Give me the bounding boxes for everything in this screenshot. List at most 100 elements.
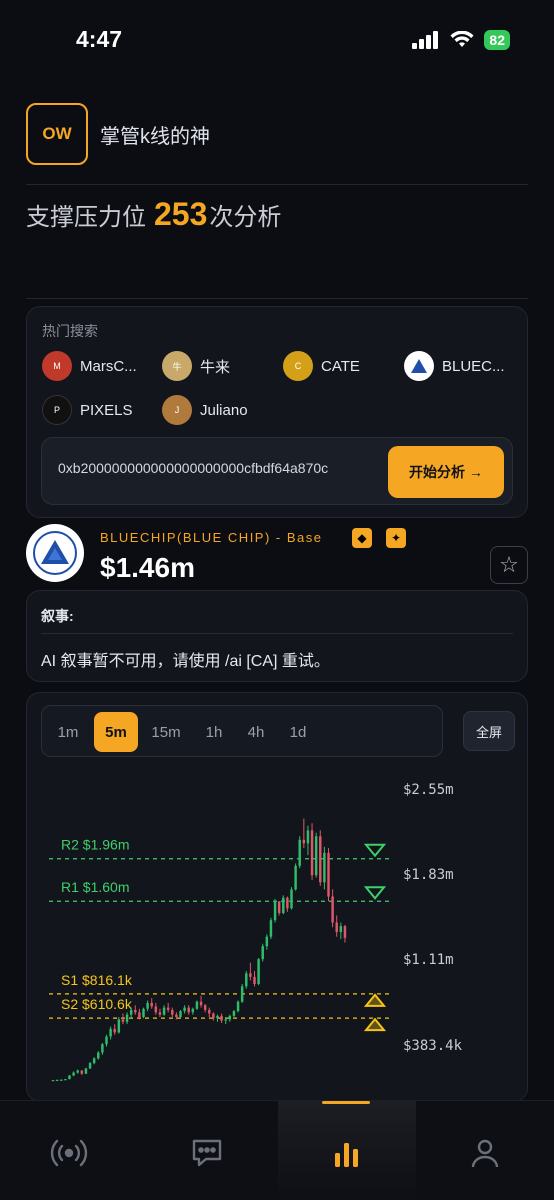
tab-active-indicator bbox=[322, 1101, 370, 1104]
candle bbox=[323, 852, 326, 883]
hot-search-title: 热门搜索 bbox=[42, 323, 98, 339]
candle bbox=[105, 1036, 108, 1045]
candle bbox=[294, 865, 297, 890]
candle bbox=[88, 1063, 92, 1069]
timeframe-5m[interactable]: 5m bbox=[94, 712, 138, 752]
hot-item-label: PIXELS bbox=[80, 401, 133, 419]
candle bbox=[224, 1019, 227, 1021]
app-title: 掌管k线的神 bbox=[100, 125, 210, 148]
tab-chat[interactable] bbox=[185, 1131, 229, 1175]
candle bbox=[290, 889, 293, 909]
cate-coin-icon: C bbox=[283, 351, 313, 381]
candle bbox=[129, 1009, 133, 1015]
timeframe-4h[interactable]: 4h bbox=[236, 712, 276, 752]
fullscreen-button[interactable]: 全屏 bbox=[463, 711, 515, 751]
juliano-coin-icon: J bbox=[162, 395, 192, 425]
candle bbox=[117, 1019, 121, 1033]
bottom-tab-bar bbox=[0, 1100, 554, 1200]
kline-chart[interactable]: $2.55m $1.83m $1.11m $383.4k R2 $1.96m R1 $1.… bbox=[27, 769, 527, 1102]
header-divider bbox=[26, 184, 528, 185]
candle bbox=[142, 1008, 145, 1018]
narrative-card: 叙事: AI 叙事暂不可用，请使用 /ai [CA] 重试。 bbox=[26, 590, 528, 682]
candle bbox=[212, 1013, 215, 1019]
hot-item-cate[interactable]: C CATE bbox=[283, 351, 360, 381]
candle bbox=[306, 830, 310, 844]
hot-item-label: MarsC... bbox=[80, 357, 137, 375]
narrative-title: 叙事: bbox=[41, 608, 74, 624]
binance-chain-icon[interactable]: ◆ bbox=[352, 528, 372, 548]
candle bbox=[245, 973, 248, 987]
candle bbox=[195, 1001, 199, 1009]
hot-item-bluechip[interactable]: BLUEC... bbox=[404, 351, 505, 381]
candle bbox=[134, 1009, 137, 1013]
hot-item-marscoin[interactable]: M MarsC... bbox=[42, 351, 137, 381]
candle bbox=[286, 897, 289, 909]
candle bbox=[80, 1070, 84, 1074]
candle bbox=[187, 1007, 190, 1013]
status-bar: 4:47 82 bbox=[0, 0, 554, 80]
candle bbox=[183, 1007, 186, 1012]
battery-indicator: 82 bbox=[484, 30, 510, 50]
analysis-count: 253 bbox=[154, 196, 208, 232]
tab-profile[interactable] bbox=[463, 1131, 507, 1175]
timeframe-1h[interactable]: 1h bbox=[194, 712, 234, 752]
candle bbox=[319, 836, 322, 883]
candle bbox=[339, 926, 343, 932]
candle bbox=[150, 1002, 153, 1007]
candle bbox=[191, 1008, 195, 1013]
tab-live[interactable] bbox=[47, 1131, 91, 1175]
token-header: BLUECHIP(BLUE CHIP) - Base ◆ ✦ $1.46m ☆ bbox=[26, 524, 528, 588]
app-logo[interactable]: OW bbox=[26, 103, 88, 165]
candle bbox=[208, 1009, 211, 1014]
favorite-star-icon[interactable]: ☆ bbox=[490, 546, 528, 584]
start-analysis-button[interactable]: 开始分析 → bbox=[388, 446, 504, 498]
candle bbox=[203, 1005, 207, 1010]
candle bbox=[269, 920, 273, 937]
summary-divider bbox=[26, 298, 528, 299]
candle bbox=[331, 896, 334, 923]
candle bbox=[175, 1014, 178, 1018]
timeframe-1d[interactable]: 1d bbox=[278, 712, 318, 752]
candle bbox=[343, 926, 347, 938]
candle bbox=[228, 1015, 232, 1020]
support-marker-icon bbox=[363, 1017, 387, 1032]
dex-link-icon[interactable]: ✦ bbox=[386, 528, 406, 548]
candle bbox=[273, 901, 277, 921]
candle bbox=[154, 1006, 158, 1013]
candle bbox=[158, 1012, 162, 1015]
candle bbox=[72, 1072, 75, 1076]
analysis-summary: 支撑压力位 253 次分析 bbox=[26, 196, 281, 233]
token-price: $1.46m bbox=[100, 552, 195, 583]
tab-chart[interactable] bbox=[325, 1131, 369, 1175]
candle bbox=[282, 897, 285, 914]
candle bbox=[314, 836, 318, 876]
timeframe-15m[interactable]: 15m bbox=[144, 712, 188, 752]
candle bbox=[146, 1002, 149, 1009]
candle bbox=[92, 1058, 96, 1064]
candle bbox=[138, 1012, 141, 1018]
y-axis-label: $1.83m bbox=[403, 867, 454, 883]
candle bbox=[113, 1028, 116, 1033]
level-label-s1: S1 $816.1k bbox=[61, 972, 133, 988]
hot-item-label: Juliano bbox=[200, 401, 248, 419]
analysis-suffix: 次分析 bbox=[209, 204, 282, 231]
candle bbox=[253, 976, 256, 984]
level-label-r1: R1 $1.60m bbox=[61, 879, 129, 895]
timeframe-1m[interactable]: 1m bbox=[48, 712, 88, 752]
hot-search-card: 热门搜索 M MarsC... 牛 牛来 C CATE BLUEC... P P… bbox=[26, 306, 528, 518]
contract-address-input[interactable] bbox=[58, 460, 376, 476]
candle bbox=[232, 1011, 236, 1016]
candle bbox=[109, 1028, 112, 1037]
candle bbox=[166, 1007, 170, 1010]
resistance-marker-icon bbox=[363, 843, 387, 858]
candle bbox=[171, 1009, 174, 1015]
hot-item-pixels[interactable]: P PIXELS bbox=[42, 395, 133, 425]
candle bbox=[51, 1080, 55, 1082]
candle bbox=[327, 852, 330, 897]
hot-item-niulai[interactable]: 牛 牛来 bbox=[162, 351, 230, 381]
y-axis-label: $383.4k bbox=[403, 1038, 463, 1054]
candle bbox=[310, 830, 314, 876]
wifi-icon bbox=[450, 31, 474, 47]
hot-item-juliano[interactable]: J Juliano bbox=[162, 395, 248, 425]
ca-search-bar: 开始分析 → bbox=[41, 437, 513, 505]
